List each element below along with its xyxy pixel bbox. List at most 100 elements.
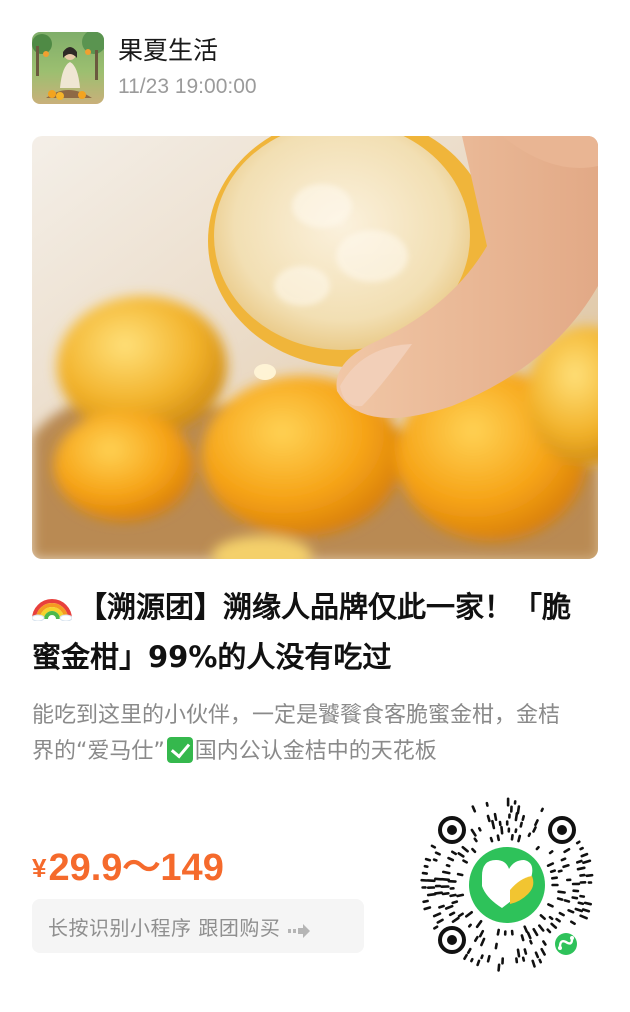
qr-code-mark	[542, 940, 547, 946]
qr-code-mark	[534, 819, 539, 827]
qr-code-mark	[538, 924, 545, 932]
qr-code-mark	[467, 923, 472, 928]
qr-code-mark	[473, 935, 479, 942]
qr-code-mark	[585, 873, 594, 878]
qr-code-mark	[432, 858, 438, 862]
qr-code-mark	[516, 805, 521, 815]
qr-code-mark	[527, 832, 532, 838]
qr-code-mark	[529, 939, 533, 945]
qr-code-mark	[432, 912, 442, 918]
qr-code-mark	[466, 947, 472, 955]
post-timestamp: 11/23 19:00:00	[118, 75, 257, 98]
qr-code-mark	[493, 812, 498, 822]
qr-code-mark	[548, 915, 554, 921]
product-hero-image[interactable]	[32, 136, 598, 559]
qr-code-mark	[436, 918, 444, 924]
qr-code-mark	[470, 957, 474, 963]
qr-code-mark	[433, 877, 443, 881]
qr-code-mark	[540, 807, 544, 813]
qr-code-mark	[478, 929, 485, 938]
qr-code-mark	[494, 942, 498, 950]
desc-text-end: 国内公认金桔中的天花板	[194, 739, 437, 764]
qr-code-mark	[523, 925, 529, 933]
qr-code-mark	[551, 876, 558, 880]
qr-code-mark	[430, 844, 437, 849]
qr-code-mark	[547, 903, 554, 908]
group-buy-card: 果夏生活 11/23 19:00:00 【溯源团】溯缘人品牌仅此一家！「脆蜜金柑…	[0, 0, 630, 1012]
qr-code-mark	[423, 906, 432, 911]
qr-code-mark	[451, 916, 460, 923]
qr-code-mark	[558, 911, 565, 917]
post-description: 能吃到这里的小伙伴，一定是饕餮食客脆蜜金柑，金桔界的“爱马仕” 国内公认金桔中的天…	[32, 698, 572, 770]
shop-name[interactable]: 果夏生活	[118, 35, 218, 67]
qr-code-mark	[557, 869, 563, 873]
qr-code-mark	[560, 857, 567, 862]
qr-code-mark	[438, 904, 445, 909]
qr-code-mark	[574, 907, 584, 913]
qr-code-mark	[451, 900, 459, 905]
qr-code-mark	[433, 925, 439, 930]
qr-code-mark	[562, 864, 570, 869]
join-button-label: 长按识别小程序 跟团购买	[48, 915, 281, 940]
post-title-text: 【溯源团】溯缘人品牌仅此一家！「脆蜜金柑」99%的人没有吃过	[32, 590, 572, 674]
qr-code-mark	[550, 922, 558, 929]
qr-code-mark	[441, 892, 450, 896]
qr-code-mark	[563, 899, 571, 903]
qr-code-mark	[576, 866, 586, 871]
mini-program-join-button[interactable]: 长按识别小程序 跟团购买	[32, 899, 364, 953]
qr-code-mark	[448, 911, 456, 917]
qr-code-mark	[486, 954, 491, 963]
mini-program-link-icon	[552, 930, 580, 958]
qr-code-mark	[496, 834, 500, 842]
shop-avatar[interactable]	[32, 32, 104, 104]
qr-code-mark	[463, 953, 468, 960]
qr-code-mark	[475, 920, 483, 929]
check-icon	[166, 737, 193, 763]
qr-code-mark	[583, 901, 592, 906]
qr-code-mark	[516, 948, 521, 958]
qr-code-mark	[546, 928, 552, 934]
qr-code-mark	[449, 893, 457, 898]
price-currency: ¥	[32, 853, 47, 883]
qr-code-mark	[426, 892, 437, 897]
qr-code-mark	[496, 928, 500, 936]
qr-code-mark	[519, 821, 523, 828]
post-title[interactable]: 【溯源团】溯缘人品牌仅此一家！「脆蜜金柑」99%的人没有吃过	[32, 582, 592, 682]
qr-code-mark	[539, 914, 546, 920]
price-amount: 29.9～149	[48, 847, 224, 889]
qr-code-mark	[556, 897, 564, 901]
qr-code-mark	[548, 850, 554, 855]
qr-code-mark	[577, 901, 585, 906]
qr-code-mark	[441, 870, 451, 875]
qr-code-mark	[491, 819, 496, 830]
qr-code-mark	[456, 893, 465, 898]
qr-code-mark	[579, 914, 588, 920]
qr-code-mark	[538, 958, 542, 964]
qr-code-mark	[575, 840, 581, 845]
qr-code-mark	[423, 864, 429, 868]
qr-code-mark	[480, 937, 486, 947]
qr-code-mark	[456, 872, 464, 877]
qr-code-mark	[563, 847, 571, 854]
qr-code-mark	[546, 862, 555, 867]
qr-code-mark	[480, 954, 484, 960]
qr-code-mark	[457, 852, 465, 858]
qr-code-mark	[557, 890, 566, 894]
arrow-right-icon	[288, 919, 311, 938]
qr-code-mark	[421, 871, 428, 875]
qr-code-mark	[444, 904, 454, 910]
qr-code-mark	[450, 850, 458, 856]
qr-code-mark	[549, 869, 556, 873]
qr-code-mark	[471, 847, 477, 854]
qr-code-mark	[576, 859, 583, 864]
qr-code-mark	[486, 814, 491, 823]
qr-code-mark	[579, 873, 586, 877]
qr-code-mark	[517, 834, 522, 843]
qr-code-mark	[440, 877, 451, 882]
qr-code-mark	[422, 899, 429, 904]
qr-code-mark	[500, 825, 504, 835]
qr-code-mark	[477, 826, 482, 832]
qr-code-mark	[489, 836, 494, 843]
qr-code-mark	[461, 845, 469, 853]
mini-program-qr-code[interactable]	[416, 794, 598, 976]
